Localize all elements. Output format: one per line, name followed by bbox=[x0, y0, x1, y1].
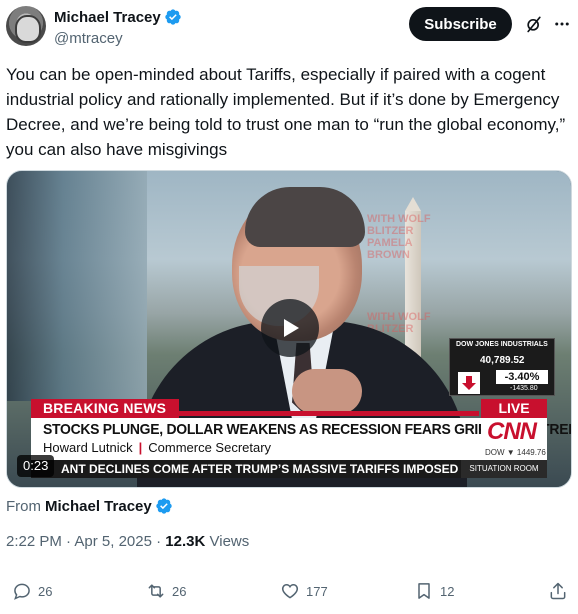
action-bar: 26 26 177 12 bbox=[0, 575, 578, 611]
show-name: SITUATION ROOM bbox=[461, 460, 547, 478]
avatar[interactable] bbox=[6, 6, 46, 46]
tweet-date[interactable]: Apr 5, 2025 bbox=[74, 533, 152, 550]
chyron: STOCKS PLUNGE, DOLLAR WEAKENS AS RECESSI… bbox=[31, 418, 571, 460]
repost-button[interactable]: 26 bbox=[146, 581, 186, 601]
more-options-icon[interactable] bbox=[551, 13, 573, 35]
dow-mini-ticker: DOW ▼ 1449.76 bbox=[485, 448, 546, 457]
share-button[interactable] bbox=[548, 581, 574, 601]
repost-count: 26 bbox=[172, 583, 187, 599]
verified-badge-icon bbox=[156, 498, 172, 514]
grok-icon[interactable] bbox=[523, 13, 545, 35]
video-background-left bbox=[7, 171, 147, 401]
breaking-news-label: BREAKING NEWS bbox=[31, 399, 179, 418]
verified-badge-icon bbox=[165, 9, 181, 25]
live-badge: LIVE bbox=[481, 399, 547, 418]
views-label: Views bbox=[209, 533, 250, 550]
breaking-news-bar bbox=[179, 411, 479, 416]
reply-button[interactable]: 26 bbox=[12, 581, 52, 601]
speaker-hand bbox=[292, 369, 362, 414]
views-count: 12.3K bbox=[165, 533, 206, 550]
tweet-time[interactable]: 2:22 PM bbox=[6, 533, 62, 550]
play-icon bbox=[284, 319, 299, 337]
chyron-lower-third: Howard Lutnick | Commerce Secretary bbox=[43, 440, 271, 455]
share-icon bbox=[550, 582, 566, 600]
tweet-text: You can be open-minded about Tariffs, es… bbox=[6, 65, 566, 159]
dow-change: -1435.80 bbox=[510, 385, 538, 392]
bookmark-button[interactable]: 12 bbox=[414, 581, 454, 601]
meta-separator: · bbox=[156, 533, 162, 550]
from-label: From bbox=[6, 497, 41, 515]
author-handle[interactable]: @mtracey bbox=[54, 30, 182, 47]
repost-icon bbox=[148, 584, 164, 598]
speaker-hair bbox=[245, 187, 365, 247]
dow-jones-box: DOW JONES INDUSTRIALS 40,789.52 -3.40% -… bbox=[449, 338, 555, 396]
tweet-meta: 2:22 PM · Apr 5, 2025 · 12.3K Views bbox=[6, 533, 249, 550]
tweet-header: Michael Tracey @mtracey Subscribe bbox=[6, 5, 572, 49]
author-names: Michael Tracey @mtracey bbox=[54, 7, 182, 47]
dow-title: DOW JONES INDUSTRIALS bbox=[456, 341, 548, 348]
from-author-name[interactable]: Michael Tracey bbox=[45, 498, 152, 515]
guest-name: Howard Lutnick bbox=[43, 440, 133, 455]
dow-value: 40,789.52 bbox=[480, 355, 525, 366]
video-player[interactable]: WITH WOLF BLITZER PAMELA BROWN WITH WOLF… bbox=[6, 170, 572, 488]
reply-icon bbox=[14, 583, 30, 600]
reply-count: 26 bbox=[38, 583, 53, 599]
bookmark-icon bbox=[418, 583, 430, 599]
chyron-separator: | bbox=[138, 440, 143, 455]
bookmark-count: 12 bbox=[440, 583, 455, 599]
author-display-name[interactable]: Michael Tracey bbox=[54, 9, 161, 26]
dow-percent: -3.40% bbox=[496, 370, 548, 384]
cnn-logo: CNN bbox=[487, 418, 537, 445]
like-button[interactable]: 177 bbox=[280, 581, 328, 601]
guest-title: Commerce Secretary bbox=[148, 440, 272, 455]
heart-icon bbox=[281, 583, 299, 599]
down-arrow-icon bbox=[458, 372, 480, 394]
like-count: 177 bbox=[306, 583, 328, 599]
from-attribution: From Michael Tracey bbox=[6, 497, 173, 515]
play-button[interactable] bbox=[261, 299, 319, 357]
network-logo-box: CNN DOW ▼ 1449.76 bbox=[481, 418, 547, 460]
meta-separator: · bbox=[66, 533, 72, 550]
video-duration: 0:23 bbox=[17, 455, 55, 477]
subscribe-button[interactable]: Subscribe bbox=[409, 7, 512, 41]
show-watermark-top: WITH WOLF BLITZER PAMELA BROWN bbox=[367, 213, 431, 261]
